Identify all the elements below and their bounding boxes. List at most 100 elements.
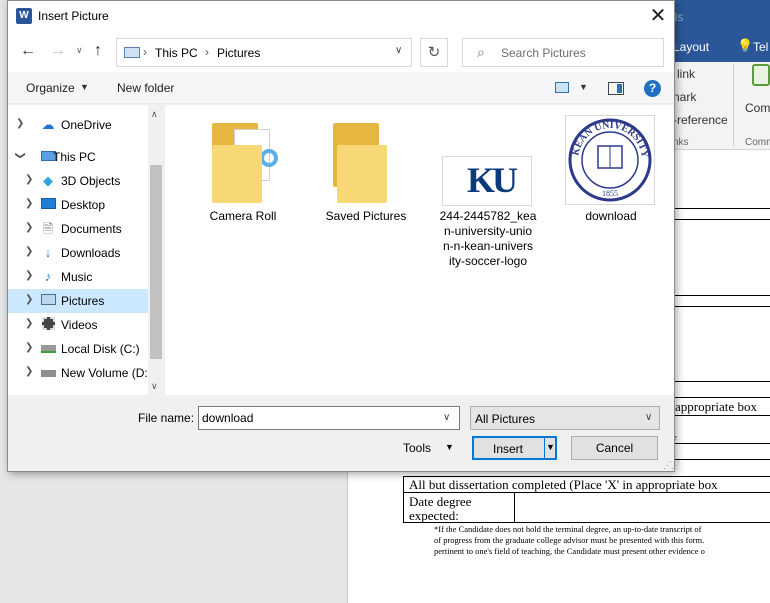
sidebar-scrollbar[interactable]: ∧ ∨ (148, 105, 164, 395)
breadcrumb-pictures[interactable]: Pictures (217, 46, 260, 60)
file-type-value: All Pictures (475, 412, 536, 426)
chevron-right-icon[interactable]: ❯ (25, 294, 33, 305)
sidebar-item-label: OneDrive (61, 118, 112, 132)
sidebar-item-label: Documents (61, 222, 122, 236)
breadcrumb-separator-icon[interactable]: › (205, 45, 209, 59)
file-label: n-n-kean-univers (442, 239, 534, 253)
film-icon (40, 317, 56, 332)
chevron-down-icon[interactable]: ▼ (80, 82, 89, 92)
chevron-down-icon[interactable]: ▼ (445, 442, 454, 452)
chevron-down-icon[interactable]: ❯ (15, 151, 26, 159)
sidebar-item-local-disk[interactable]: ❯ Local Disk (C:) (8, 337, 148, 361)
new-folder-button[interactable]: New folder (117, 81, 174, 95)
word-app-icon: W (16, 8, 32, 24)
doc-date-label-2: expected: (409, 508, 459, 523)
sidebar-item-onedrive[interactable]: ❯ ☁ OneDrive (8, 113, 148, 137)
ribbon-bookmark[interactable]: nark (673, 90, 696, 104)
sidebar-item-label: Pictures (61, 294, 105, 308)
sidebar-item-label: Videos (61, 318, 98, 332)
sidebar-item-label: Desktop (61, 198, 106, 212)
dialog-title: Insert Picture (38, 9, 109, 23)
drive-icon (40, 365, 56, 380)
file-item-saved-pictures[interactable]: Saved Pictures (311, 105, 421, 235)
file-type-select[interactable]: All Pictures ∨ (470, 406, 660, 430)
ribbon-comment[interactable]: Com (745, 101, 770, 115)
close-button[interactable]: ✕ (644, 4, 672, 30)
chevron-right-icon[interactable]: ❯ (25, 318, 33, 329)
comment-icon[interactable] (752, 64, 770, 86)
doc-footnote-2: of progress from the graduate college ad… (434, 535, 705, 545)
sidebar-item-label: This PC (53, 150, 96, 164)
up-arrow-icon[interactable]: ↑ (94, 42, 102, 60)
file-label: 244-2445782_kea (439, 209, 537, 223)
doc-footnote-1: *If the Candidate does not hold the term… (434, 524, 702, 534)
sidebar-item-this-pc[interactable]: ❯ This PC (8, 145, 148, 169)
chevron-right-icon[interactable]: ❯ (25, 222, 33, 233)
resize-grip-icon[interactable]: ⋰⋰ (663, 460, 680, 471)
sidebar-item-label: Local Disk (C:) (61, 342, 140, 356)
file-item-download[interactable]: KEAN UNIVERSITY 1855 download (556, 105, 666, 235)
sidebar-item-downloads[interactable]: ❯ ↓ Downloads (8, 241, 148, 265)
ribbon-cross-reference[interactable]: -reference (673, 113, 728, 127)
file-item-ku-logo[interactable]: KU 244-2445782_kea n-university-unio n-n… (433, 105, 543, 275)
address-bar[interactable]: › This PC › Pictures ∨ (116, 38, 412, 67)
insert-options-chevron-icon[interactable]: ▼ (546, 442, 555, 452)
scrollbar-thumb[interactable] (150, 165, 162, 359)
breadcrumb-separator-icon[interactable]: › (143, 45, 147, 59)
help-icon[interactable]: ? (644, 80, 661, 97)
filename-input[interactable] (202, 410, 434, 426)
forward-arrow-icon[interactable]: → (50, 42, 66, 60)
documents-icon: 🗎 (42, 221, 54, 236)
chevron-right-icon[interactable]: ❯ (25, 270, 33, 281)
drive-icon (40, 341, 56, 356)
search-input[interactable] (501, 39, 659, 66)
breadcrumb-this-pc[interactable]: This PC (155, 46, 198, 60)
file-item-camera-roll[interactable]: Camera Roll (188, 105, 298, 235)
sidebar-item-videos[interactable]: ❯ Videos (8, 313, 148, 337)
sidebar-item-desktop[interactable]: ❯ Desktop (8, 193, 148, 217)
ribbon-link[interactable]: link (677, 67, 695, 81)
organize-button[interactable]: Organize (26, 81, 75, 95)
chevron-right-icon[interactable]: ❯ (25, 174, 33, 185)
sidebar-item-label: New Volume (D: (61, 366, 148, 380)
file-label: n-university-unio (443, 224, 533, 238)
chevron-right-icon[interactable]: ❯ (25, 198, 33, 209)
refresh-button[interactable]: ↻ (420, 38, 448, 67)
tools-button[interactable]: Tools (403, 441, 431, 455)
scroll-up-icon[interactable]: ∧ (151, 109, 158, 120)
recent-locations-chevron-icon[interactable]: ∨ (76, 45, 83, 56)
chevron-down-icon[interactable]: ∨ (443, 412, 450, 423)
sidebar-item-label: Music (61, 270, 93, 284)
chevron-right-icon[interactable]: ❯ (16, 118, 24, 129)
refresh-icon: ↻ (427, 44, 441, 61)
search-icon: ⌕ (477, 44, 485, 60)
preview-pane-icon[interactable] (608, 82, 624, 95)
dialog-titlebar[interactable]: W Insert Picture ✕ (8, 1, 674, 32)
chevron-right-icon[interactable]: ❯ (25, 366, 33, 377)
sidebar-item-new-volume[interactable]: ❯ New Volume (D: (8, 361, 148, 385)
insert-button[interactable]: Insert ▼ (472, 436, 557, 460)
kean-seal-icon: KEAN UNIVERSITY 1855 (568, 118, 652, 202)
search-box[interactable]: ⌕ (462, 38, 664, 67)
chevron-down-icon[interactable]: ∨ (395, 45, 402, 56)
change-view-icon[interactable] (555, 82, 569, 93)
chevron-down-icon[interactable]: ∨ (645, 412, 652, 423)
filename-label: File name: (138, 411, 195, 425)
chevron-right-icon[interactable]: ❯ (25, 246, 33, 257)
chevron-right-icon[interactable]: ❯ (25, 342, 33, 353)
doc-footnote-3: pertinent to one's field of teaching, th… (434, 546, 705, 556)
tell-me-label[interactable]: Tel (753, 40, 768, 54)
sidebar-item-documents[interactable]: ❯ 🗎 Documents (8, 217, 148, 241)
scroll-down-icon[interactable]: ∨ (151, 381, 158, 392)
sidebar-item-pictures[interactable]: ❯ Pictures (8, 289, 148, 313)
sidebar-item-3d-objects[interactable]: ❯ ◆ 3D Objects (8, 169, 148, 193)
folder-front-icon (337, 145, 387, 203)
file-label: download (585, 209, 637, 223)
filename-combobox[interactable]: ∨ (198, 406, 460, 430)
sidebar-item-music[interactable]: ❯ ♪ Music (8, 265, 148, 289)
cancel-button[interactable]: Cancel (571, 436, 658, 460)
seal-year: 1855 (602, 189, 618, 198)
back-arrow-icon[interactable]: ← (20, 42, 36, 60)
tab-layout[interactable]: Layout (673, 40, 709, 54)
chevron-down-icon[interactable]: ▼ (579, 82, 588, 92)
